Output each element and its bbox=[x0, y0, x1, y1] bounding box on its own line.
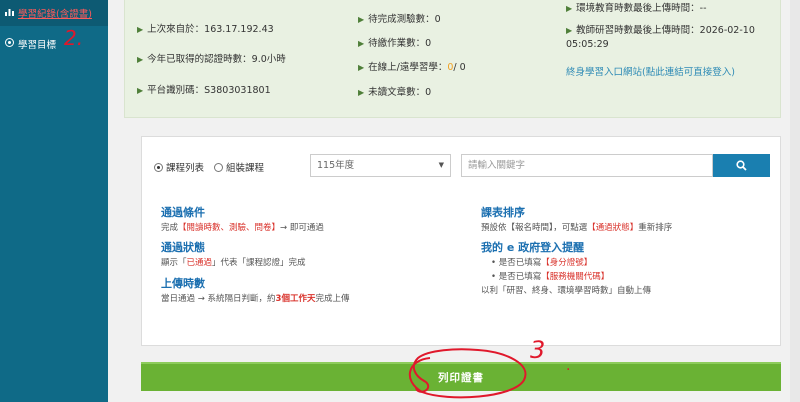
print-certificate-button[interactable]: 列印證書 bbox=[141, 362, 781, 391]
triangle-icon: ▶ bbox=[137, 25, 144, 34]
stat-last-ip: ▶ 上次來自於：163.17.192.43 bbox=[137, 24, 274, 35]
stat-pending-homework: ▶ 待繳作業數：0 bbox=[358, 38, 432, 49]
stat-cert-hours: ▶ 今年已取得的認證時數：9.0小時 bbox=[137, 54, 286, 65]
radio-unchecked-icon bbox=[214, 162, 224, 172]
egov-note: 以利「研習、終身、環境學習時數」自動上傳 bbox=[481, 286, 652, 296]
chart-icon bbox=[4, 8, 14, 19]
caret-down-icon: ▼ bbox=[438, 161, 444, 169]
portal-link[interactable]: 終身學習入口網站(點此連結可直接登入) bbox=[566, 64, 735, 78]
radio-course-list[interactable]: 課程列表 bbox=[154, 160, 204, 174]
triangle-icon: ▶ bbox=[358, 63, 365, 72]
stat-platform-id: ▶ 平台識別碼：S3803031801 bbox=[137, 85, 271, 96]
upload-hours-text: 當日通過 → 系統隔日判斷，約3個工作天完成上傳 bbox=[161, 294, 350, 304]
search-icon bbox=[736, 160, 747, 171]
keyword-search-input[interactable] bbox=[461, 154, 713, 177]
stat-unread-articles: ▶ 未讀文章數：0 bbox=[358, 87, 432, 98]
triangle-icon: ▶ bbox=[358, 88, 365, 97]
triangle-icon: ▶ bbox=[358, 15, 365, 24]
radio-checked-icon bbox=[154, 162, 163, 172]
stat-online-status: ▶ 在線上/遠學習學：0/ 0 bbox=[358, 62, 466, 73]
sort-text: 預設依【報名時間】，可點選【通過狀態】重新排序 bbox=[481, 223, 673, 233]
stat-pending-tests: ▶ 待完成測驗數：0 bbox=[358, 14, 441, 25]
stat-env-edu-upload: ▶ 環境教育時數最後上傳時間：-- bbox=[566, 3, 707, 14]
egov-bullet-id: • 是否已填寫【身分證號】 bbox=[491, 258, 593, 268]
radio-group-course[interactable]: 組裝課程 bbox=[214, 160, 264, 174]
triangle-icon: ▶ bbox=[137, 55, 144, 64]
course-type-radios: 課程列表 組裝課程 bbox=[154, 160, 264, 174]
course-filter-panel: 課程列表 組裝課程 115年度▼ 通過條件 完成【閱讀時數、測驗、問卷】→ 即可… bbox=[141, 136, 781, 346]
sidebar-item-label: 學習紀錄(含證書) bbox=[18, 9, 92, 20]
pass-condition-text: 完成【閱讀時數、測驗、問卷】→ 即可通過 bbox=[161, 223, 324, 233]
pass-condition-title: 通過條件 bbox=[161, 206, 205, 219]
sidebar-item-learning-record[interactable]: 學習紀錄(含證書) bbox=[0, 0, 108, 26]
pass-status-title: 通過狀態 bbox=[161, 241, 205, 254]
pass-status-text: 顯示「已通過」代表「課程認證」完成 bbox=[161, 258, 306, 268]
triangle-icon: ▶ bbox=[566, 4, 573, 13]
sort-title: 課表排序 bbox=[481, 206, 525, 219]
triangle-icon: ▶ bbox=[566, 26, 573, 35]
triangle-icon: ▶ bbox=[137, 86, 144, 95]
stat-teacher-upload: ▶ 教師研習時數最後上傳時間：2026-02-10 05:05:29 bbox=[566, 25, 755, 50]
page-scrollbar[interactable] bbox=[790, 0, 800, 402]
sidebar-item-label: 學習目標 bbox=[18, 40, 57, 51]
egov-login-title: 我的 e 政府登入提醒 bbox=[481, 241, 585, 254]
upload-hours-title: 上傳時數 bbox=[161, 277, 205, 290]
egov-bullet-org-code: • 是否已填寫【服務機關代碼】 bbox=[491, 272, 610, 282]
search-button[interactable] bbox=[713, 154, 770, 177]
year-select[interactable]: 115年度 ▼ bbox=[310, 154, 451, 177]
sidebar: 學習紀錄(含證書) 學習目標 bbox=[0, 0, 108, 402]
triangle-icon: ▶ bbox=[358, 39, 365, 48]
target-icon bbox=[4, 38, 14, 50]
stats-panel: ▶ 上次來自於：163.17.192.43 ▶ 今年已取得的認證時數：9.0小時 ▶… bbox=[124, 0, 781, 118]
sidebar-item-learning-goal[interactable]: 學習目標 bbox=[0, 31, 108, 57]
